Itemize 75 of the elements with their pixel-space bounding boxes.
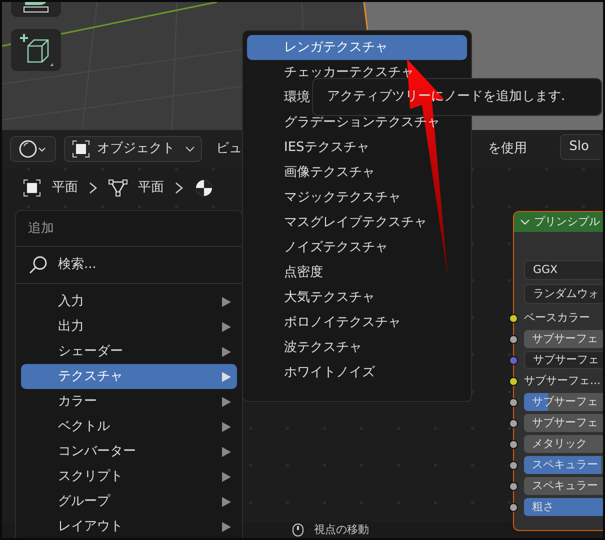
socket-dot[interactable] (509, 418, 518, 428)
menu-item[interactable]: 波テクスチャ (247, 335, 467, 360)
chevron-icon (174, 181, 184, 195)
mesh-icon[interactable] (108, 178, 128, 198)
mouse-icon (292, 523, 304, 537)
value-field[interactable]: 粗さ (524, 498, 603, 516)
menu-item[interactable]: ビュ (216, 139, 242, 159)
socket-dot[interactable] (509, 314, 518, 322)
submenu-arrow-icon (222, 446, 231, 456)
ruler-icon (23, 2, 49, 13)
menu-item[interactable]: ホワイトノイズ (247, 360, 467, 385)
chevron-icon[interactable] (520, 218, 530, 226)
value-field[interactable]: スペキュラー (524, 477, 603, 495)
status-hint: 視点の移動 (314, 522, 369, 538)
submenu-arrow-icon (222, 296, 231, 306)
socket-dot[interactable] (509, 460, 518, 470)
slot-button[interactable]: Slo (560, 134, 603, 160)
shading-dropdown[interactable] (10, 136, 56, 162)
mode-dropdown[interactable]: オブジェクト (64, 136, 202, 162)
breadcrumb-item[interactable]: 平面 (52, 178, 78, 198)
chevron-icon (88, 181, 98, 195)
add-cube-button[interactable] (11, 29, 61, 71)
menu-item[interactable]: グループ (21, 489, 237, 514)
menu-item[interactable]: 画像テクスチャ (247, 160, 467, 185)
menu-item[interactable]: レンガテクスチャ (247, 35, 467, 60)
submenu-arrow-icon (222, 372, 231, 382)
socket-dot[interactable] (509, 356, 518, 364)
menu-item[interactable]: カラー (21, 389, 237, 414)
menu-item[interactable]: シェーダー (21, 339, 237, 364)
value-field[interactable]: メタリック (524, 435, 603, 453)
submenu-arrow-icon (222, 472, 231, 482)
object-icon (22, 178, 42, 198)
node-dropdown[interactable]: ランダムウォ (524, 284, 603, 304)
socket-dot[interactable] (509, 398, 518, 406)
submenu-arrow-icon (222, 346, 231, 356)
menu-item[interactable]: スクリプト (21, 464, 237, 489)
value-field[interactable]: サブサーフェ (524, 330, 603, 348)
breadcrumb-item[interactable]: 平面 (138, 178, 164, 198)
menu-item[interactable]: 点密度 (247, 260, 467, 285)
menu-item[interactable]: を使用 (488, 139, 527, 159)
search-icon (28, 255, 48, 275)
menu-item[interactable]: 大気テクスチャ (247, 285, 467, 310)
socket-label: サブサーフェ... (523, 372, 600, 389)
menu-item[interactable]: 出力 (21, 314, 237, 339)
socket-dot[interactable] (509, 482, 518, 490)
menu-item[interactable]: マスグレイブテクスチャ (247, 210, 467, 235)
socket-label: ベースカラー (523, 310, 590, 326)
menu-item[interactable]: ノイズテクスチャ (247, 235, 467, 260)
search-field[interactable]: 検索... (56, 254, 206, 276)
submenu-arrow-icon (222, 496, 231, 506)
node-title: プリンシプル (534, 214, 600, 230)
value-field[interactable]: サブサーフェ (524, 351, 603, 369)
submenu-arrow-icon (222, 422, 231, 432)
value-field[interactable]: スペキュラー (524, 456, 603, 474)
caret-icon (185, 145, 195, 153)
socket-dot[interactable] (509, 440, 518, 448)
menu-item[interactable]: ボロノイテクスチャ (247, 310, 467, 335)
menu-item[interactable]: テクスチャ (21, 364, 237, 389)
node-dropdown[interactable]: GGX (524, 260, 603, 280)
socket-dot[interactable] (509, 334, 518, 344)
menu-item[interactable]: レイアウト (21, 514, 237, 538)
menu-item[interactable]: コンバーター (21, 439, 237, 464)
menu-item[interactable]: 入力 (21, 289, 237, 314)
menu-item[interactable]: ベクトル (21, 414, 237, 439)
submenu-arrow-icon (222, 322, 231, 332)
value-field[interactable]: サブサーフェ (524, 414, 603, 432)
menu-item[interactable]: IESテクスチャ (247, 135, 467, 160)
material-icon[interactable] (194, 178, 214, 198)
socket-dot[interactable] (509, 502, 518, 512)
socket-dot[interactable] (509, 376, 518, 386)
object-icon (71, 139, 91, 159)
submenu-arrow-icon (222, 396, 231, 406)
menu-title: 追加 (27, 220, 55, 238)
menu-item[interactable]: マジックテクスチャ (247, 185, 467, 210)
submenu-arrow-icon (222, 522, 231, 532)
